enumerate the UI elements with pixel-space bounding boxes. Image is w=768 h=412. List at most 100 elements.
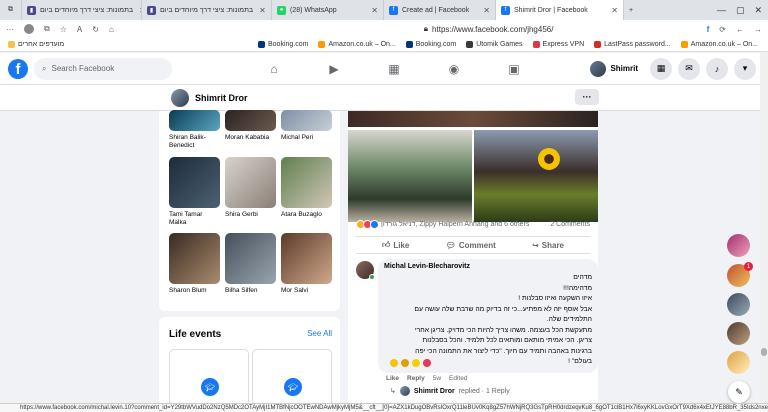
friend-card[interactable]: Sharon Blum: [169, 233, 220, 295]
bookmark-item[interactable]: Amazon.co.uk – On...: [318, 41, 396, 48]
reload-icon[interactable]: ⟳: [719, 25, 726, 34]
profile-shortcut[interactable]: Shimrit: [588, 59, 644, 79]
bookmark-other[interactable]: מועדפים אחרים: [8, 41, 64, 48]
marketplace-nav-icon[interactable]: ▦: [364, 53, 424, 85]
refresh-icon[interactable]: ↻: [92, 25, 99, 34]
amazon-icon: [680, 41, 688, 48]
browser-tab-active[interactable]: f Shimrit Dror | Facebook ✕: [496, 0, 624, 20]
friend-photo: [225, 233, 276, 284]
close-window-icon[interactable]: ✕: [754, 5, 762, 16]
friend-card[interactable]: Michal Peri: [281, 110, 332, 142]
reactions-summary[interactable]: דניאל גורדון, Zippy Halpern Anhang and 6…: [356, 216, 590, 232]
share-button[interactable]: ↪ Share: [532, 241, 564, 250]
home-icon[interactable]: ⌂: [109, 25, 114, 34]
url-field[interactable]: 🔒︎ https://www.facebook.com/jhg456/: [124, 22, 697, 36]
facebook-logo[interactable]: f: [8, 58, 28, 79]
scrollbar[interactable]: [760, 53, 768, 405]
friend-card[interactable]: Atara Buzaglo: [281, 157, 332, 219]
home-nav-icon[interactable]: ⌂: [244, 53, 304, 85]
new-message-icon[interactable]: ✎: [728, 381, 750, 403]
friend-card[interactable]: Moran Kababia: [225, 110, 276, 142]
comment-like-link[interactable]: Like: [386, 375, 399, 382]
browser-tab[interactable]: ▮ בתמונות: ציצי דרך מיוחדים ביום ✕: [22, 0, 142, 20]
commenter-avatar[interactable]: [356, 261, 375, 280]
groups-nav-icon[interactable]: ◉: [424, 53, 484, 85]
like-button[interactable]: 👍︎ Like: [382, 240, 409, 250]
comment-button[interactable]: 💬︎ Comment: [446, 241, 496, 250]
window-menu-icon[interactable]: ⧉: [0, 0, 22, 20]
reply-thread-link[interactable]: ↳ Shimrit Dror replied · 1 Reply: [390, 386, 510, 396]
bookmark-item[interactable]: LastPass password...: [594, 41, 671, 48]
browser-tab[interactable]: f Create ad | Facebook ✕: [384, 0, 496, 20]
friend-photo: [281, 110, 332, 131]
thumbs-up-icon: 👍︎: [382, 240, 391, 249]
post-photo[interactable]: [348, 130, 472, 222]
friend-card[interactable]: Mor Salvi: [281, 233, 332, 295]
reply-arrow-icon: ↳: [390, 388, 396, 395]
friend-photo: [281, 233, 332, 284]
post-photo[interactable]: [348, 111, 598, 127]
contact-avatar[interactable]: [727, 322, 750, 345]
reactions-text[interactable]: דניאל גורדון, Zippy Halpern Anhang and 6…: [381, 221, 529, 228]
minimize-icon[interactable]: —: [717, 5, 726, 16]
comments-count[interactable]: 2 Comments: [550, 221, 590, 228]
bookmark-item[interactable]: Booking.com: [257, 41, 308, 48]
notifications-icon[interactable]: ♪: [706, 57, 728, 80]
search-input[interactable]: ⌕ Search Facebook: [34, 57, 172, 80]
back-icon[interactable]: ←: [736, 25, 744, 34]
avatar: [399, 386, 410, 396]
comment-time[interactable]: 5w: [433, 375, 441, 382]
forward-icon[interactable]: →: [754, 25, 762, 34]
contact-avatar[interactable]: [727, 351, 750, 374]
close-icon[interactable]: ✕: [483, 6, 490, 15]
maximize-icon[interactable]: ▢: [736, 5, 745, 16]
more-options-button[interactable]: ···: [575, 89, 599, 105]
watch-nav-icon[interactable]: ▶: [304, 53, 364, 85]
contact-avatar[interactable]: [727, 293, 750, 316]
collections-icon[interactable]: ⧉: [44, 24, 50, 34]
close-icon[interactable]: ✕: [259, 6, 266, 15]
friend-card[interactable]: Tami Tamar Malka: [169, 157, 220, 227]
bookmark-item[interactable]: Utomik Games: [466, 41, 523, 48]
profile-icon[interactable]: [24, 24, 34, 34]
messenger-icon[interactable]: ✉: [678, 57, 700, 80]
window-controls: — ▢ ✕: [717, 5, 768, 16]
menu-dots-icon[interactable]: ···: [6, 25, 14, 34]
menu-grid-icon[interactable]: ▦: [650, 57, 672, 80]
post-card: דניאל גורדון, Zippy Halpern Anhang and 6…: [348, 111, 598, 412]
comment-author[interactable]: Michal Levin-Blecharovitz: [384, 263, 592, 270]
see-all-link[interactable]: See All: [307, 329, 332, 338]
tab-favicon-icon: ▮: [147, 5, 156, 15]
life-events-title: Life events: [169, 329, 222, 340]
close-icon[interactable]: ✕: [371, 6, 378, 15]
profile-title: Shimrit Dror: [195, 93, 248, 103]
scrollbar-thumb[interactable]: [761, 348, 767, 356]
bookmark-item[interactable]: Booking.com: [405, 41, 456, 48]
profile-name-bar[interactable]: Shimrit Dror: [171, 89, 248, 107]
contact-avatar[interactable]: 1: [727, 262, 753, 287]
profile-name: Shimrit: [610, 64, 638, 73]
favorites-icon[interactable]: ☆: [60, 25, 67, 34]
reaction-icons: [356, 219, 379, 229]
friend-card[interactable]: Shira Gerbi: [225, 157, 276, 219]
facebook-extension-icon[interactable]: f: [707, 25, 710, 34]
avatar: [171, 89, 189, 107]
bookmark-item[interactable]: Express VPN: [532, 41, 584, 48]
close-icon[interactable]: ✕: [611, 6, 618, 15]
read-aloud-icon[interactable]: A: [77, 25, 82, 34]
contact-avatar[interactable]: [727, 234, 750, 257]
comment-reply-link[interactable]: Reply: [407, 375, 425, 382]
friend-card[interactable]: Shiran Balik-Benedict: [169, 110, 220, 150]
browser-tab[interactable]: ▮ בתמונות: ציצי דרך מיוחדים ביום ✕: [142, 0, 272, 20]
browser-tab[interactable]: ● (28) WhatsApp ✕: [272, 0, 384, 20]
browser-tab-bar: ⧉ ▮ בתמונות: ציצי דרך מיוחדים ביום ✕ ▮ ב…: [0, 0, 768, 20]
tab-label: בתמונות: ציצי דרך מיוחדים ביום: [40, 6, 134, 14]
friend-card[interactable]: Bilha Silfen: [225, 233, 276, 295]
new-tab-button[interactable]: +: [624, 0, 638, 20]
post-photo[interactable]: [474, 130, 598, 222]
gaming-nav-icon[interactable]: ▣: [484, 53, 544, 85]
bookmark-item[interactable]: Amazon.co.uk – On...: [680, 41, 758, 48]
account-dropdown-icon[interactable]: ▾: [734, 57, 756, 80]
life-events-panel: Life events See All 🎓︎ 🎓︎: [159, 317, 340, 412]
comment-text: מדהים מדהימה!!! איזו השקעה ואיזו סבלנות …: [414, 274, 592, 365]
